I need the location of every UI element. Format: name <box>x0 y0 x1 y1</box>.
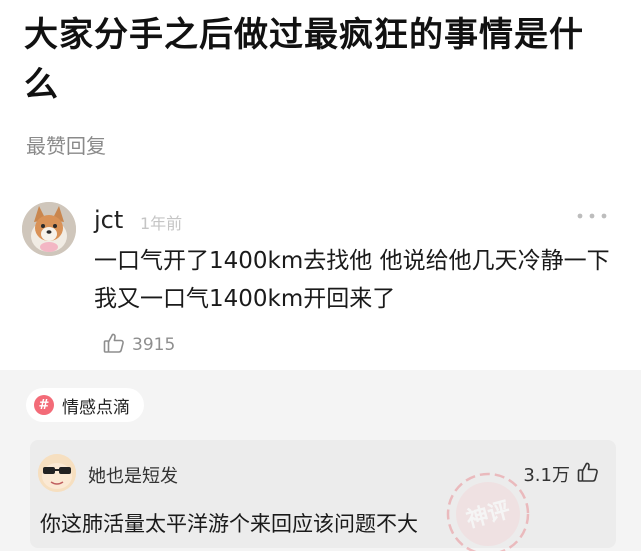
topic-tag[interactable]: # 情感点滴 <box>26 388 144 422</box>
hashtag-icon: # <box>34 395 54 415</box>
question-card: 大家分手之后做过最疯狂的事情是什么 最赞回复 jct 1年前 一口气开了1400… <box>0 0 641 370</box>
hot-comment-stamp: 神评 <box>440 466 536 551</box>
answer-author[interactable]: jct <box>94 206 123 234</box>
comment-text: 你这肺活量太平洋游个来回应该问题不大 <box>40 512 418 536</box>
comment-like-count: 3.1万 <box>523 465 570 486</box>
answer-time: 1年前 <box>140 214 183 233</box>
question-title[interactable]: 大家分手之后做过最疯狂的事情是什么 <box>24 10 614 110</box>
hot-comment-card[interactable]: 她也是短发 神评 3.1万 你这肺活量太平洋游个来回应该问题不大 <box>30 440 616 551</box>
answer-like-count: 3915 <box>132 335 176 355</box>
author-avatar[interactable] <box>22 202 76 256</box>
answer-like-button[interactable]: 3915 <box>102 332 175 358</box>
section-label-top-replies: 最赞回复 <box>26 134 106 158</box>
commenter-avatar[interactable] <box>38 454 76 492</box>
commenter-name[interactable]: 她也是短发 <box>88 462 178 488</box>
answer-text: 一口气开了1400km去找他 他说给他几天冷静一下 我又一口气1400km开回来… <box>94 248 610 312</box>
topic-tag-label: 情感点滴 <box>62 397 130 418</box>
thumbs-up-icon <box>102 331 126 359</box>
thumbs-up-icon <box>576 460 600 488</box>
more-dots-icon[interactable] <box>574 208 610 224</box>
answer-item: jct 1年前 一口气开了1400km去找他 他说给他几天冷静一下 我又一口气1… <box>0 190 641 370</box>
bottom-area: # 情感点滴 她也是短发 神评 3.1万 你这肺活量太平洋游个来回应该问题不大 <box>0 370 641 551</box>
comment-like-button[interactable]: 3.1万 <box>523 460 600 488</box>
